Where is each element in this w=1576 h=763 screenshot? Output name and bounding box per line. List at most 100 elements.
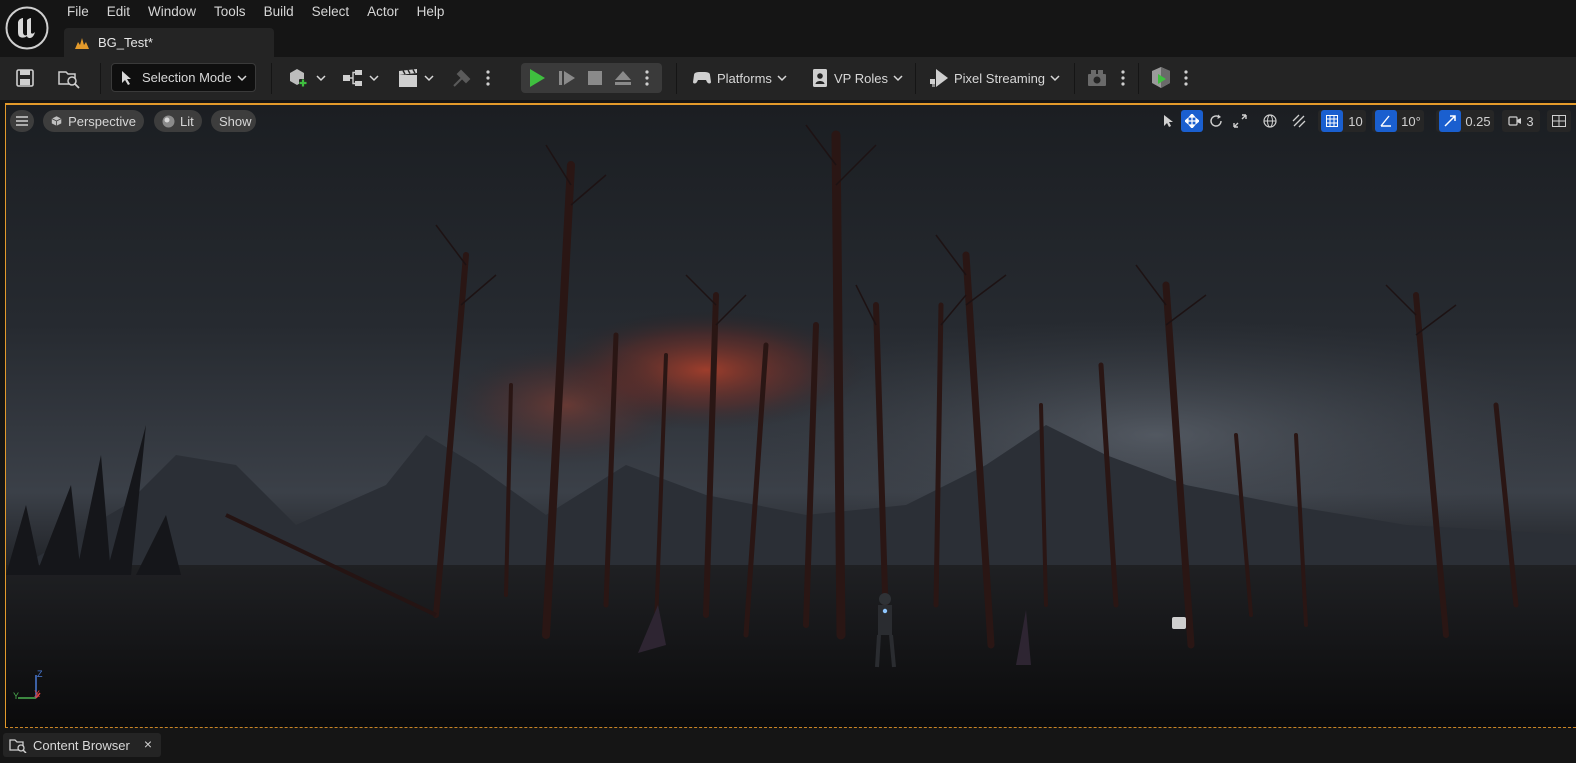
pixel-streaming-icon xyxy=(930,69,948,87)
platforms-icon xyxy=(693,72,711,84)
more-options-button[interactable] xyxy=(486,70,490,86)
unreal-logo-icon[interactable] xyxy=(5,6,49,50)
title-bar: File Edit Window Tools Build Select Acto… xyxy=(0,0,1576,57)
axis-z-label: Z xyxy=(37,669,43,679)
content-browser-label: Content Browser xyxy=(33,737,130,753)
more-options-button[interactable] xyxy=(1121,70,1125,86)
add-actor-icon xyxy=(290,69,307,87)
camera-speed-control[interactable]: 3 xyxy=(1502,110,1540,132)
toolbar-separator xyxy=(271,63,272,94)
save-icon xyxy=(16,69,34,87)
grid-snap-toggle[interactable] xyxy=(1321,110,1344,132)
rotation-snap-toggle[interactable] xyxy=(1375,110,1398,132)
more-vertical-icon xyxy=(486,70,490,86)
scale-snap-toggle[interactable] xyxy=(1439,110,1462,132)
play-icon xyxy=(530,69,545,87)
camera-icon xyxy=(1088,70,1106,86)
menu-select[interactable]: Select xyxy=(303,0,359,24)
play-options-button[interactable] xyxy=(637,63,657,93)
more-vertical-icon xyxy=(1184,70,1188,86)
blueprint-graph-icon xyxy=(343,70,362,86)
scale-tool-button[interactable] xyxy=(1229,110,1251,132)
vp-roles-dropdown[interactable]: VP Roles xyxy=(812,67,903,89)
show-button[interactable]: Show xyxy=(211,110,256,132)
rotate-tool-button[interactable] xyxy=(1205,110,1227,132)
menu-build[interactable]: Build xyxy=(255,0,303,24)
build-button[interactable] xyxy=(1149,66,1173,90)
scale-snap-control[interactable]: 0.25 xyxy=(1436,110,1494,132)
stop-button[interactable] xyxy=(581,63,609,93)
platforms-dropdown[interactable]: Platforms xyxy=(692,67,787,89)
view-mode-button[interactable]: Perspective xyxy=(43,110,144,132)
surface-snap-button[interactable] xyxy=(1288,110,1310,132)
rotation-snap-control[interactable]: 10° xyxy=(1372,110,1424,132)
document-tab[interactable]: BG_Test* xyxy=(64,28,274,57)
select-tool-button[interactable] xyxy=(1156,110,1180,132)
surface-snap-icon xyxy=(1292,114,1306,128)
chevron-down-icon xyxy=(237,74,247,81)
toolbar-separator xyxy=(676,63,677,94)
hamburger-icon xyxy=(16,116,28,126)
scale-snap-value: 0.25 xyxy=(1465,113,1491,129)
grid-snap-control[interactable]: 10 xyxy=(1318,110,1366,132)
lit-sphere-icon xyxy=(162,115,175,127)
blueprints-button[interactable] xyxy=(342,67,379,89)
advance-frame-icon xyxy=(559,71,575,85)
show-label: Show xyxy=(219,113,252,129)
camera-button[interactable] xyxy=(1086,67,1108,89)
chevron-down-icon xyxy=(316,75,326,82)
modeling-mode-button[interactable] xyxy=(451,67,473,89)
vp-roles-icon xyxy=(813,69,827,87)
more-options-button[interactable] xyxy=(1184,70,1188,86)
build-icon xyxy=(1152,67,1170,88)
view-mode-label: Perspective xyxy=(68,113,136,129)
pixel-streaming-label: Pixel Streaming xyxy=(954,70,1046,86)
scale-snap-icon xyxy=(1444,115,1457,127)
pixel-streaming-dropdown[interactable]: Pixel Streaming xyxy=(930,67,1060,89)
eject-button[interactable] xyxy=(609,63,637,93)
play-controls xyxy=(521,63,662,93)
platforms-label: Platforms xyxy=(717,70,772,86)
menu-window[interactable]: Window xyxy=(139,0,205,24)
menu-actor[interactable]: Actor xyxy=(358,0,408,24)
main-toolbar: Selection Mode Platforms VP Roles Pixel … xyxy=(0,57,1576,100)
axis-y-label: Y xyxy=(13,691,20,701)
cinematics-button[interactable] xyxy=(397,67,434,89)
viewport-options-button[interactable] xyxy=(10,110,34,132)
toolbar-separator xyxy=(1138,63,1139,94)
play-button[interactable] xyxy=(521,63,553,93)
translate-tool-button[interactable] xyxy=(1181,110,1203,132)
angle-icon xyxy=(1380,115,1392,127)
chevron-down-icon xyxy=(1050,75,1060,82)
advance-frame-button[interactable] xyxy=(553,63,581,93)
blueprint-icon xyxy=(75,37,89,49)
grid-snap-value: 10 xyxy=(1348,113,1363,129)
scene-render xyxy=(6,105,1576,727)
chevron-down-icon xyxy=(777,75,787,82)
camera-speed-icon xyxy=(1508,116,1522,126)
cursor-icon xyxy=(122,70,131,85)
menu-help[interactable]: Help xyxy=(408,0,454,24)
globe-icon xyxy=(1263,114,1277,128)
save-button[interactable] xyxy=(14,67,36,89)
stop-icon xyxy=(588,71,602,85)
lighting-mode-label: Lit xyxy=(180,113,194,129)
close-icon[interactable]: × xyxy=(144,736,152,752)
more-vertical-icon xyxy=(645,70,649,86)
browse-button[interactable] xyxy=(57,67,81,89)
selection-mode-dropdown[interactable]: Selection Mode xyxy=(111,63,256,92)
content-browser-tab[interactable]: Content Browser × xyxy=(3,733,161,757)
menu-file[interactable]: File xyxy=(58,0,98,24)
lighting-mode-button[interactable]: Lit xyxy=(154,110,202,132)
menu-tools[interactable]: Tools xyxy=(205,0,255,24)
cinematics-icon xyxy=(399,69,417,87)
viewport-layout-button[interactable] xyxy=(1547,110,1571,132)
add-actor-button[interactable] xyxy=(287,67,326,89)
menu-edit[interactable]: Edit xyxy=(98,0,139,24)
content-browser-icon xyxy=(9,739,27,753)
toolbar-separator xyxy=(100,63,101,94)
world-space-button[interactable] xyxy=(1259,110,1281,132)
selection-mode-label: Selection Mode xyxy=(142,70,232,85)
level-viewport[interactable]: Perspective Lit Show 10 10° 0.25 3 Y Z X xyxy=(5,103,1576,728)
cursor-icon xyxy=(1164,115,1173,127)
